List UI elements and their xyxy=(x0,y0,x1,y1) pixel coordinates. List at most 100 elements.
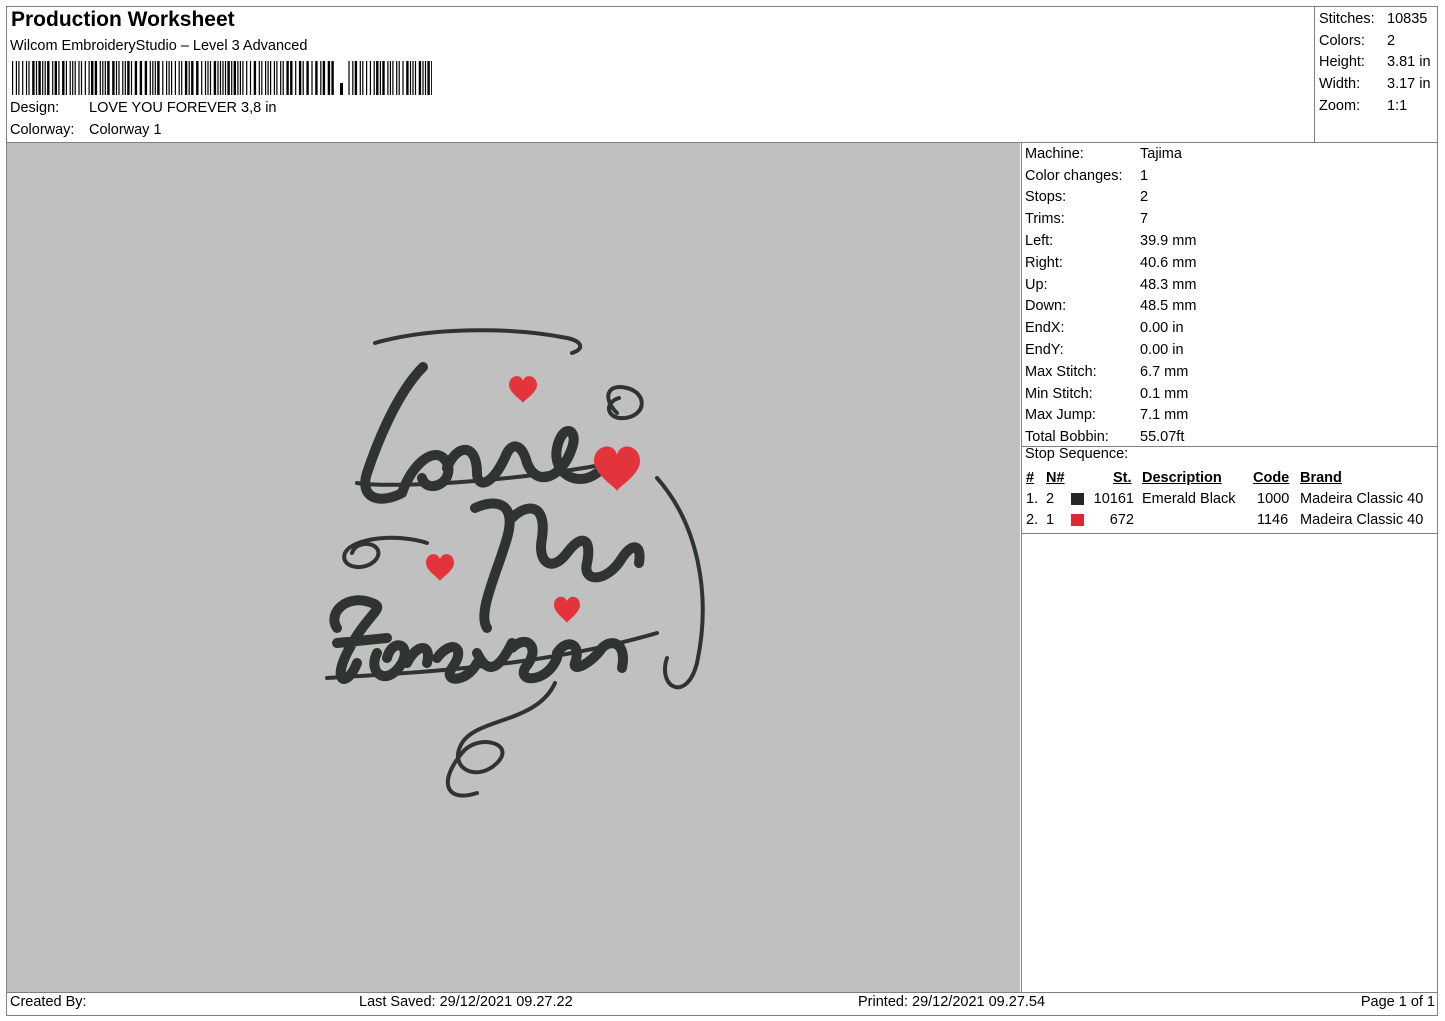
barcode-bar xyxy=(327,61,331,95)
barcode-bar xyxy=(91,61,94,95)
row-brand: Madeira Classic 40 xyxy=(1300,491,1424,507)
design-label: Design: xyxy=(10,100,60,116)
barcode-bar xyxy=(295,61,297,95)
info-value: 39.9 mm xyxy=(1140,233,1197,250)
barcode-bar xyxy=(18,61,20,95)
barcode-bar xyxy=(130,61,133,95)
swash-top xyxy=(373,328,583,355)
page-title: Production Worksheet xyxy=(11,8,235,31)
barcode-bar xyxy=(196,61,199,95)
barcode-bar xyxy=(376,61,379,95)
summary-value: 10835 xyxy=(1387,10,1428,27)
barcode-bar xyxy=(168,61,170,95)
swash-bottom xyxy=(445,681,557,798)
barcode-bar xyxy=(306,61,309,95)
info-label: Trims: xyxy=(1025,211,1065,228)
barcode-bar xyxy=(69,61,71,95)
row-code: 1146 xyxy=(1257,512,1289,528)
barcode-bar xyxy=(352,61,354,95)
summary-divider xyxy=(1314,6,1315,143)
barcode-bar xyxy=(209,61,212,95)
heart-large xyxy=(594,446,640,491)
info-value: Tajima xyxy=(1140,145,1182,162)
info-label: Right: xyxy=(1025,254,1063,271)
barcode-bar xyxy=(139,61,143,95)
barcode-bar xyxy=(47,61,50,95)
barcode-bar xyxy=(184,61,188,95)
barcode-bar xyxy=(38,61,41,95)
row-brand: Madeira Classic 40 xyxy=(1300,512,1424,528)
barcode-bar xyxy=(224,61,227,95)
barcode-bar xyxy=(178,61,180,95)
barcode-bar xyxy=(115,61,118,95)
row-index: 2. xyxy=(1026,512,1039,528)
color-swatch xyxy=(1071,514,1084,526)
colorway-label: Colorway: xyxy=(10,122,75,138)
row-needle: 2 xyxy=(1046,491,1055,507)
barcode-bar xyxy=(162,61,164,95)
design-preview xyxy=(7,143,1020,992)
barcode-bar xyxy=(246,61,248,95)
barcode-bar xyxy=(42,61,44,95)
colorway-row: Colorway: Colorway 1 xyxy=(10,122,162,138)
info-label: Left: xyxy=(1025,233,1054,250)
machine-info-row: Right: 40.6 mm xyxy=(1025,252,1196,274)
barcode-bar xyxy=(298,61,302,95)
barcode-bar xyxy=(118,61,120,95)
row-needle: 1 xyxy=(1046,512,1055,528)
barcode-bar xyxy=(398,61,400,95)
machine-info-row: Max Jump: 7.1 mm xyxy=(1025,405,1196,427)
row-description: Emerald Black xyxy=(1142,491,1236,507)
barcode-bar xyxy=(290,61,293,95)
machine-info-row: Trims: 7 xyxy=(1025,208,1196,230)
info-label: Stops: xyxy=(1025,189,1067,206)
row-stitches: 10161 xyxy=(1093,491,1134,507)
row-stitches: 672 xyxy=(1109,512,1134,528)
barcode-bar xyxy=(311,61,313,95)
barcode-bar xyxy=(267,61,269,95)
barcode-bar xyxy=(253,61,257,95)
barcode-bar xyxy=(58,61,60,95)
machine-info-row: Down: 48.5 mm xyxy=(1025,296,1196,318)
info-label: Up: xyxy=(1025,276,1048,293)
barcode-bar xyxy=(54,61,57,95)
barcode-bar xyxy=(233,61,236,95)
info-label: Color changes: xyxy=(1025,167,1123,184)
barcode-bar xyxy=(157,61,160,95)
barcode-bar xyxy=(99,61,101,95)
heart-left xyxy=(426,554,454,581)
barcode-bar xyxy=(422,61,424,95)
row-index: 1. xyxy=(1026,491,1039,507)
barcode-bar xyxy=(217,61,219,95)
barcode-bar xyxy=(191,61,194,95)
barcode-bar xyxy=(122,61,124,95)
barcode-bar xyxy=(44,61,46,95)
summary-label: Height: xyxy=(1319,54,1365,71)
barcode-bar xyxy=(322,61,326,95)
barcode-bar xyxy=(431,61,432,95)
barcode-bar xyxy=(389,61,391,95)
barcode-bar xyxy=(373,61,375,95)
barcode-bar xyxy=(152,61,154,95)
barcode-bar xyxy=(25,61,28,95)
barcode-bar xyxy=(78,61,80,95)
summary-label: Colors: xyxy=(1319,32,1365,49)
col-stitches: St. xyxy=(1113,470,1132,486)
barcode-bar xyxy=(22,61,24,95)
summary-label: Zoom: xyxy=(1319,98,1361,115)
info-value: 6.7 mm xyxy=(1140,363,1189,380)
row-code: 1000 xyxy=(1257,491,1290,507)
barcode-bar xyxy=(74,61,76,95)
barcode-bar xyxy=(366,61,368,95)
barcode-bar xyxy=(340,83,343,95)
barcode-bar xyxy=(286,61,289,95)
machine-info-row: Machine: Tajima xyxy=(1025,143,1196,165)
barcode-bar xyxy=(369,61,371,95)
barcode-bar xyxy=(282,61,284,95)
barcode-bar xyxy=(222,61,224,95)
summary-row: Width: 3.17 in xyxy=(1319,73,1431,95)
barcode-bar xyxy=(65,61,67,95)
info-label: Max Jump: xyxy=(1025,407,1096,424)
barcode-bar xyxy=(154,61,156,95)
barcode-bar xyxy=(265,61,267,95)
